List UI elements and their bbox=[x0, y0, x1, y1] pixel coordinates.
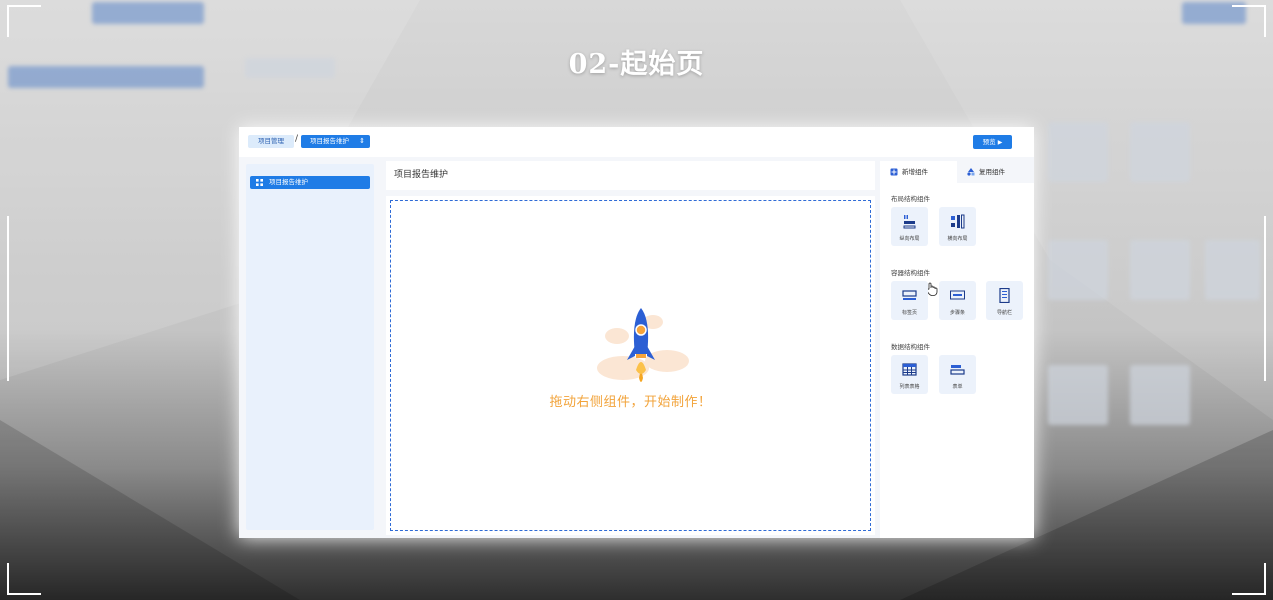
component-horizontal-layout[interactable]: 横向布局 bbox=[939, 207, 976, 246]
steps-bar-icon bbox=[950, 290, 965, 300]
shapes-icon bbox=[967, 168, 975, 176]
horizontal-layout-icon bbox=[951, 214, 965, 229]
component-label: 列表表格 bbox=[899, 384, 920, 390]
preview-button-label: 预览 bbox=[982, 138, 996, 146]
component-table[interactable]: 列表表格 bbox=[891, 355, 928, 394]
sidebar-item-label: 项目报告维护 bbox=[269, 178, 308, 186]
sidebar-item-report[interactable]: 项目报告维护 bbox=[250, 176, 370, 189]
updown-arrows-icon: ⇕ bbox=[359, 137, 365, 145]
workspace: 项目报告维护 项目报告维护 拖动右侧组件，开始制作！ 新增组件 复用组件 布局结… bbox=[239, 157, 1034, 538]
plus-square-icon bbox=[890, 168, 898, 176]
page-title: 项目报告维护 bbox=[386, 161, 875, 190]
component-label: 表单 bbox=[952, 384, 963, 390]
frame-corner-bottom-right bbox=[1232, 563, 1266, 595]
component-tabs: 新增组件 复用组件 bbox=[880, 161, 1034, 183]
blurred-bg-card bbox=[1130, 240, 1190, 300]
left-sidebar: 项目报告维护 bbox=[246, 164, 374, 530]
app-window: 项目管理 / 项目报告维护 ⇕ 预览 ▶ 项目报告维护 项目报告维护 拖动右侧组… bbox=[239, 127, 1034, 538]
tab-reuse-components[interactable]: 复用组件 bbox=[957, 161, 1034, 183]
frame-edge-left bbox=[7, 216, 9, 381]
component-form[interactable]: 表单 bbox=[939, 355, 976, 394]
empty-hint-text: 拖动右侧组件，开始制作！ bbox=[549, 395, 712, 410]
component-label: 标签页 bbox=[901, 310, 917, 316]
blurred-bg-button bbox=[92, 2, 204, 24]
nav-bar-icon bbox=[999, 288, 1010, 303]
component-label: 纵向布局 bbox=[899, 236, 920, 242]
frame-corner-top-right bbox=[1232, 5, 1266, 37]
component-panel: 新增组件 复用组件 布局结构组件 纵向布局 横向布局 容器结构组件 标签页 步骤… bbox=[880, 161, 1034, 538]
top-bar: 项目管理 / 项目报告维护 ⇕ 预览 ▶ bbox=[239, 127, 1034, 157]
frame-corner-top-left bbox=[7, 5, 41, 37]
component-nav-bar[interactable]: 导航栏 bbox=[986, 281, 1023, 320]
blurred-bg-card bbox=[1048, 365, 1108, 425]
blurred-bg-card bbox=[1048, 122, 1108, 182]
blurred-bg-card bbox=[1130, 365, 1190, 425]
section-title-layout: 布局结构组件 bbox=[891, 195, 930, 203]
form-icon bbox=[950, 365, 965, 375]
frame-corner-bottom-left bbox=[7, 563, 41, 595]
tab-new-components[interactable]: 新增组件 bbox=[880, 161, 957, 183]
breadcrumb-item-label: 项目报告维护 bbox=[310, 137, 349, 145]
component-label: 步骤条 bbox=[949, 310, 965, 316]
rocket-illustration bbox=[597, 308, 689, 382]
component-steps-bar[interactable]: 步骤条 bbox=[939, 281, 976, 320]
slide-title: 02-起始页 bbox=[568, 49, 705, 80]
component-vertical-layout[interactable]: 纵向布局 bbox=[891, 207, 938, 296]
vertical-layout-icon bbox=[903, 214, 916, 229]
tab-label: 复用组件 bbox=[979, 168, 1005, 176]
tab-label: 新增组件 bbox=[902, 168, 928, 176]
blurred-bg-card bbox=[1205, 240, 1260, 300]
component-tab-page[interactable]: 标签页 bbox=[891, 281, 928, 320]
play-triangle-icon: ▶ bbox=[997, 139, 1003, 146]
drop-zone[interactable]: 拖动右侧组件，开始制作！ bbox=[390, 200, 871, 531]
grid-icon bbox=[256, 179, 263, 186]
preview-button[interactable]: 预览 ▶ bbox=[973, 135, 1012, 149]
frame-edge-right bbox=[1264, 216, 1266, 381]
blurred-bg-card bbox=[1130, 122, 1190, 182]
breadcrumb-item-project-management[interactable]: 项目管理 bbox=[248, 135, 294, 148]
design-canvas: 拖动右侧组件，开始制作！ bbox=[386, 196, 875, 535]
component-label: 横向布局 bbox=[947, 236, 968, 242]
component-label: 导航栏 bbox=[996, 310, 1012, 316]
blurred-bg-card bbox=[1048, 240, 1108, 300]
section-title-data: 数据结构组件 bbox=[891, 343, 930, 351]
section-title-container: 容器结构组件 bbox=[891, 269, 930, 277]
breadcrumb-item-report-select[interactable]: 项目报告维护 ⇕ bbox=[301, 135, 370, 148]
table-icon bbox=[902, 363, 917, 376]
tab-page-icon bbox=[902, 290, 917, 300]
breadcrumb-separator: / bbox=[295, 134, 299, 144]
